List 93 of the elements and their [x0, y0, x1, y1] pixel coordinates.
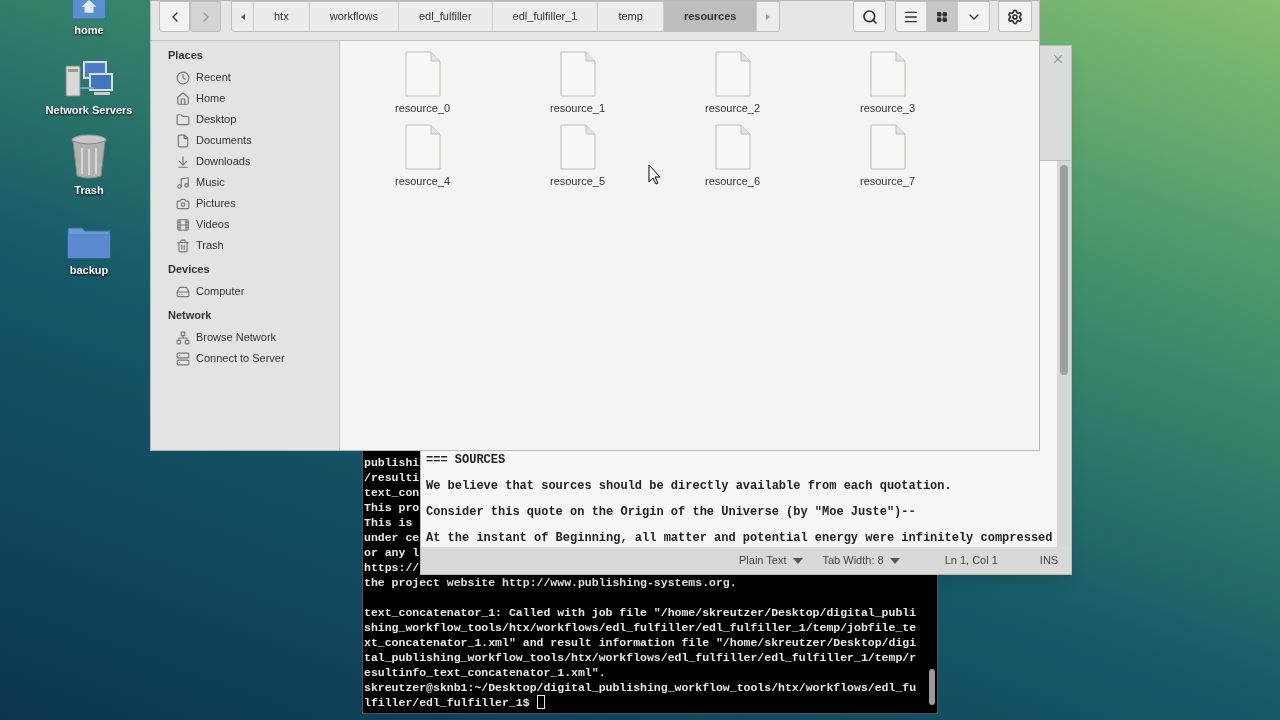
- file-name[interactable]: resource_7: [859, 173, 915, 190]
- desktop-icon-label[interactable]: home: [74, 21, 104, 38]
- file-name[interactable]: resource_1: [549, 100, 605, 117]
- terminal-line: https://: [364, 560, 420, 575]
- home-icon: [176, 91, 190, 106]
- path-button[interactable]: workflows: [309, 2, 399, 31]
- desktop-icon-label[interactable]: Trash: [74, 181, 104, 198]
- terminal-line: esultinfo_text_concatenator_1.xml".: [364, 665, 606, 680]
- grid-view-button[interactable]: [927, 2, 958, 31]
- editor-text-line: At the instant of Beginning, all matter and potential energy were infinitely compressed: [426, 532, 1054, 545]
- file-icon: [869, 124, 906, 170]
- language-dropdown[interactable]: Plain Text: [739, 552, 803, 569]
- tab-width-dropdown[interactable]: Tab Width: 8: [822, 552, 900, 569]
- path-button[interactable]: temp: [598, 2, 664, 31]
- download-icon: [176, 154, 190, 169]
- terminal-line: the project website http://www.publishing-systems.org.: [364, 575, 737, 590]
- sidebar-item[interactable]: Music: [168, 172, 339, 193]
- terminal-line: skreutzer@sknb1:~/Desktop/digital_publishing_workflow_tools/htx/workflows/edl_fu: [364, 680, 917, 695]
- terminal-line: This pro: [364, 500, 420, 515]
- terminal-cursor: [536, 695, 545, 709]
- cursor-position: Ln 1, Col 1: [944, 553, 998, 569]
- sidebar-item[interactable]: Documents: [168, 130, 339, 151]
- desktop-icon-label[interactable]: Network Servers: [45, 101, 133, 118]
- file-name[interactable]: resource_3: [859, 100, 915, 117]
- drive-icon: [176, 284, 190, 299]
- terminal-line: xt_concatenator_1.xml" and result information file "/home/skreutzer/Desktop/digi: [364, 635, 917, 650]
- caret-icon: [792, 557, 803, 564]
- path-button[interactable]: edl_fulfiller: [399, 2, 493, 31]
- scrollbar-thumb: [929, 669, 935, 705]
- server-icon: [176, 351, 190, 366]
- sidebar-item[interactable]: Home: [168, 88, 339, 109]
- file-icon: [559, 124, 596, 170]
- back-button[interactable]: [159, 1, 190, 32]
- sidebar-item[interactable]: Connect to Server: [168, 348, 339, 369]
- sidebar-item[interactable]: Trash: [168, 235, 339, 256]
- insert-mode: INS: [1039, 553, 1059, 569]
- pointer-icon: [648, 164, 661, 185]
- folder-icon: [176, 112, 190, 127]
- sidebar-item[interactable]: Videos: [168, 214, 339, 235]
- editor-text-line: === SOURCES: [426, 454, 507, 467]
- document-icon: [176, 133, 190, 148]
- caret-icon: [889, 557, 900, 564]
- terminal-line: publishi: [364, 455, 420, 470]
- settings-icon: [1007, 8, 1023, 25]
- file-name[interactable]: resource_0: [394, 100, 450, 117]
- file-icon: [404, 124, 441, 170]
- grid-icon: [936, 10, 948, 23]
- scroll-left-icon[interactable]: [240, 13, 245, 20]
- scroll-right-icon[interactable]: [766, 13, 771, 20]
- file-icon: [869, 51, 906, 97]
- terminal-line: This is: [364, 515, 414, 530]
- network-icon: [176, 330, 190, 345]
- sidebar-heading: Network: [168, 307, 213, 323]
- terminal-line: shing_workflow_tools/htx/workflows/edl_fulfiller/edl_fulfiller_1/temp/jobfile_te: [364, 620, 917, 635]
- music-icon: [176, 175, 190, 190]
- desktop-icon-label[interactable]: backup: [69, 261, 109, 278]
- file-icon: [714, 124, 751, 170]
- sidebar-item[interactable]: Browse Network: [168, 327, 339, 348]
- path-button[interactable]: resources: [663, 2, 758, 31]
- sidebar-item[interactable]: Pictures: [168, 193, 339, 214]
- terminal-line: text_concatenator_1: Called with job file "/home/skreutzer/Desktop/digital_publi: [364, 605, 917, 620]
- file-name[interactable]: resource_2: [704, 100, 760, 117]
- sidebar-heading: Devices: [168, 261, 211, 277]
- search-icon: [861, 8, 878, 25]
- sidebar-item[interactable]: Desktop: [168, 109, 339, 130]
- file-name[interactable]: resource_6: [704, 173, 760, 190]
- file-icon: [714, 51, 751, 97]
- file-name[interactable]: resource_4: [394, 173, 450, 190]
- file-icon: [559, 51, 596, 97]
- terminal-line: or any l: [364, 545, 420, 560]
- search-button[interactable]: [853, 1, 886, 32]
- terminal-line: under ce: [364, 530, 420, 545]
- film-icon: [176, 217, 190, 232]
- camera-icon: [176, 196, 190, 211]
- terminal-line: lfiller/edl_fulfiller_1$: [364, 695, 531, 710]
- sidebar-heading: Places: [168, 47, 204, 63]
- terminal-line: /resulti: [364, 470, 420, 485]
- network-computers-icon[interactable]: [64, 59, 114, 100]
- path-button[interactable]: edl_fulfiller_1: [492, 2, 599, 31]
- trash-icon: [176, 238, 190, 253]
- clock-icon: [176, 70, 190, 85]
- path-button[interactable]: htx: [254, 2, 310, 31]
- editor-text-line: We believe that sources should be directly available from each quotation.: [426, 480, 953, 493]
- terminal-line: tal_publishing_workflow_tools/htx/workflows/edl_fulfiller/edl_fulfiller_1/temp/r: [364, 650, 917, 665]
- editor-text-line: Consider this quote on the Origin of the Universe (by "Moe Juste")--: [426, 506, 917, 519]
- file-name[interactable]: resource_5: [549, 173, 605, 190]
- sidebar-item[interactable]: Recent: [168, 67, 339, 88]
- terminal-line: text_con: [364, 485, 420, 500]
- trash-can-icon[interactable]: [70, 133, 108, 180]
- sidebar-item[interactable]: Downloads: [168, 151, 339, 172]
- settings-button[interactable]: [998, 1, 1032, 32]
- file-icon: [404, 51, 441, 97]
- sidebar-item[interactable]: Computer: [168, 281, 339, 302]
